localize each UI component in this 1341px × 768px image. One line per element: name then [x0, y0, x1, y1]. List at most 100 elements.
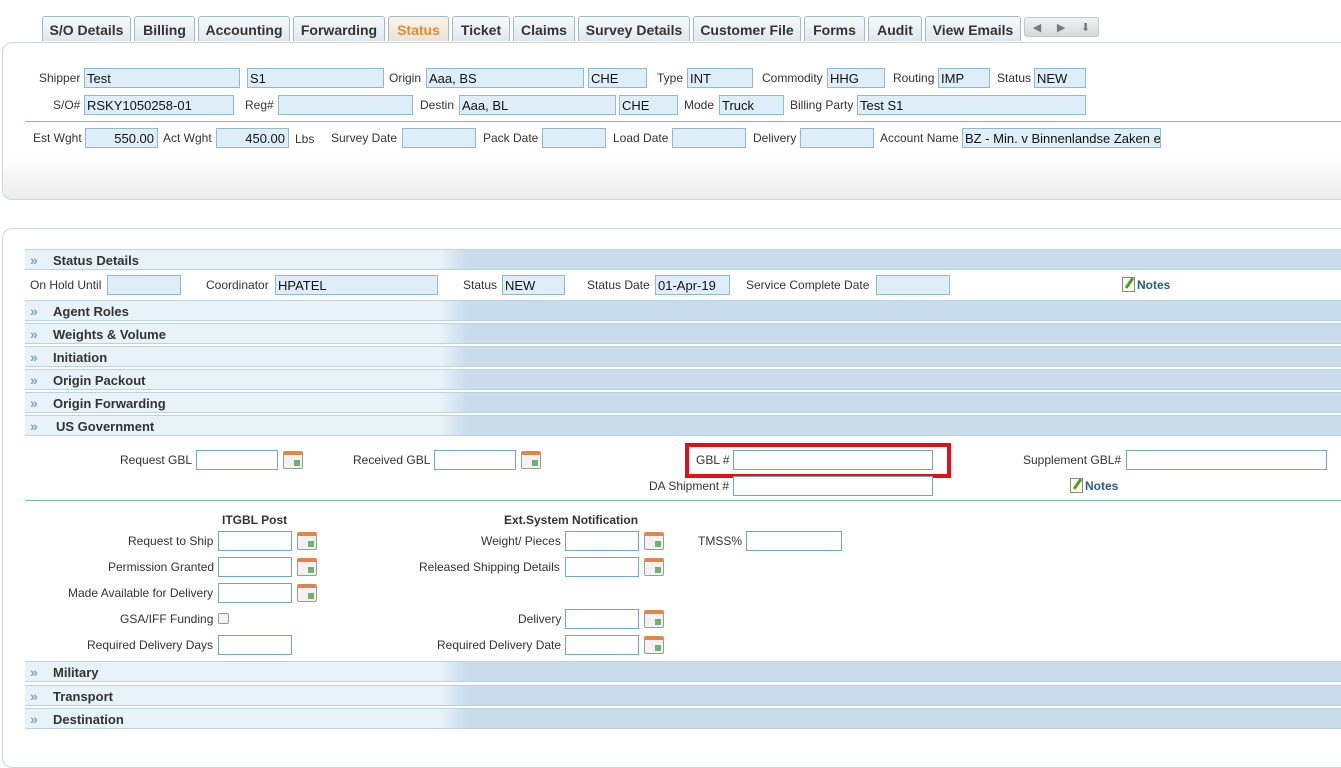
calendar-icon[interactable]: [283, 451, 303, 469]
shipper-field[interactable]: Test: [84, 68, 240, 88]
status-label: Status: [997, 71, 1032, 85]
destin-country-field[interactable]: CHE: [619, 95, 678, 115]
section-title: Destination: [53, 712, 124, 727]
section-weights-volume[interactable]: » Weights & Volume: [25, 323, 1341, 344]
section-title: Military: [53, 665, 99, 680]
ext-delivery-field[interactable]: [565, 609, 639, 629]
reg-field[interactable]: [278, 95, 413, 115]
section-title: Status Details: [53, 253, 139, 268]
permission-granted-field[interactable]: [218, 557, 292, 577]
required-delivery-date-field[interactable]: [565, 635, 639, 655]
survey-date-field[interactable]: [402, 128, 476, 148]
type-field[interactable]: INT: [687, 68, 753, 88]
usgov-notes-link[interactable]: Notes: [1070, 478, 1118, 493]
tab-status[interactable]: Status: [388, 16, 449, 41]
received-gbl-field[interactable]: [434, 450, 516, 470]
chevron-right-icon: »: [30, 372, 38, 388]
request-gbl-field[interactable]: [196, 450, 278, 470]
tab-forwarding[interactable]: Forwarding: [293, 16, 385, 41]
est-wght-field[interactable]: 550.00: [85, 128, 158, 148]
calendar-icon[interactable]: [644, 636, 664, 654]
calendar-icon[interactable]: [644, 532, 664, 550]
next-arrow-icon[interactable]: ▶: [1057, 21, 1065, 34]
tab-billing[interactable]: Billing: [134, 16, 195, 41]
section-destination[interactable]: » Destination: [25, 708, 1341, 729]
status-date-field[interactable]: 01-Apr-19: [655, 275, 730, 295]
delivery-field[interactable]: [800, 128, 874, 148]
section-military[interactable]: » Military: [25, 661, 1341, 682]
calendar-icon[interactable]: [521, 451, 541, 469]
tab-audit[interactable]: Audit: [868, 16, 922, 41]
chevron-right-icon: »: [30, 349, 38, 365]
gsa-iff-label: GSA/IFF Funding: [120, 612, 214, 626]
prev-arrow-icon[interactable]: ◀: [1033, 21, 1041, 34]
shipper-last-field[interactable]: S1: [247, 68, 384, 88]
routing-field[interactable]: IMP: [938, 68, 990, 88]
supplement-gbl-field[interactable]: [1126, 450, 1327, 470]
billing-party-label: Billing Party: [790, 98, 854, 112]
so-number-field[interactable]: RSKY1050258-01: [84, 95, 234, 115]
ext-delivery-label: Delivery: [518, 612, 562, 626]
load-date-field[interactable]: [672, 128, 746, 148]
shipper-label: Shipper: [39, 71, 81, 85]
coordinator-field[interactable]: HPATEL: [275, 275, 438, 295]
calendar-icon[interactable]: [644, 610, 664, 628]
service-complete-label: Service Complete Date: [746, 278, 870, 292]
calendar-icon[interactable]: [297, 584, 317, 602]
account-name-label: Account Name: [880, 131, 959, 145]
request-to-ship-field[interactable]: [218, 531, 292, 551]
section-initiation[interactable]: » Initiation: [25, 346, 1341, 367]
origin-country-field[interactable]: CHE: [588, 68, 647, 88]
notes-label: Notes: [1085, 478, 1119, 493]
origin-field[interactable]: Aaa, BS: [426, 68, 584, 88]
status-field[interactable]: NEW: [1034, 68, 1086, 88]
tab-survey-details[interactable]: Survey Details: [578, 16, 690, 41]
pack-date-field[interactable]: [542, 128, 606, 148]
tab-ticket[interactable]: Ticket: [452, 16, 510, 41]
gsa-iff-checkbox[interactable]: [218, 613, 229, 624]
tab-view-emails[interactable]: View Emails: [925, 16, 1021, 41]
on-hold-field[interactable]: [107, 275, 181, 295]
routing-label: Routing: [893, 71, 935, 85]
released-shipping-field[interactable]: [565, 557, 639, 577]
section-origin-packout[interactable]: » Origin Packout: [25, 369, 1341, 390]
status-detail-field[interactable]: NEW: [502, 275, 565, 295]
section-transport[interactable]: » Transport: [25, 685, 1341, 706]
da-shipment-field[interactable]: [733, 476, 933, 496]
made-available-field[interactable]: [218, 583, 292, 603]
weight-pieces-label: Weight/ Pieces: [481, 534, 561, 548]
calendar-icon[interactable]: [297, 532, 317, 550]
tab-so-details[interactable]: S/O Details: [42, 16, 131, 41]
tab-claims[interactable]: Claims: [513, 16, 575, 41]
reg-label: Reg#: [245, 98, 274, 112]
act-wght-field[interactable]: 450.00: [216, 128, 289, 148]
down-arrow-icon[interactable]: ⬇: [1081, 21, 1090, 34]
tab-accounting[interactable]: Accounting: [198, 16, 290, 41]
section-status-details[interactable]: » Status Details: [25, 249, 1341, 270]
header-divider: [25, 121, 1341, 122]
section-origin-forwarding[interactable]: » Origin Forwarding: [25, 392, 1341, 413]
service-complete-field[interactable]: [876, 275, 950, 295]
made-available-label: Made Available for Delivery: [68, 586, 214, 600]
section-agent-roles[interactable]: » Agent Roles: [25, 300, 1341, 321]
destin-label: Destin: [420, 98, 455, 112]
tab-forms[interactable]: Forms: [804, 16, 865, 41]
billing-party-field[interactable]: Test S1: [857, 95, 1086, 115]
section-us-government[interactable]: » US Government: [25, 415, 1341, 436]
required-delivery-days-field[interactable]: [218, 635, 292, 655]
notes-link[interactable]: Notes: [1122, 277, 1170, 292]
survey-date-label: Survey Date: [331, 131, 398, 145]
commodity-field[interactable]: HHG: [827, 68, 885, 88]
calendar-icon[interactable]: [297, 558, 317, 576]
tab-customer-file[interactable]: Customer File: [693, 16, 801, 41]
destin-field[interactable]: Aaa, BL: [459, 95, 616, 115]
mode-field[interactable]: Truck: [719, 95, 784, 115]
calendar-icon[interactable]: [644, 558, 664, 576]
tmss-field[interactable]: [746, 531, 842, 551]
account-name-field[interactable]: BZ - Min. v Binnenlandse Zaken e: [962, 128, 1161, 148]
weight-pieces-field[interactable]: [565, 531, 639, 551]
gbl-highlight-box: [685, 443, 951, 478]
chevron-right-icon: »: [30, 688, 38, 704]
released-shipping-label: Released Shipping Details: [419, 560, 560, 574]
chevron-right-icon: »: [30, 395, 38, 411]
